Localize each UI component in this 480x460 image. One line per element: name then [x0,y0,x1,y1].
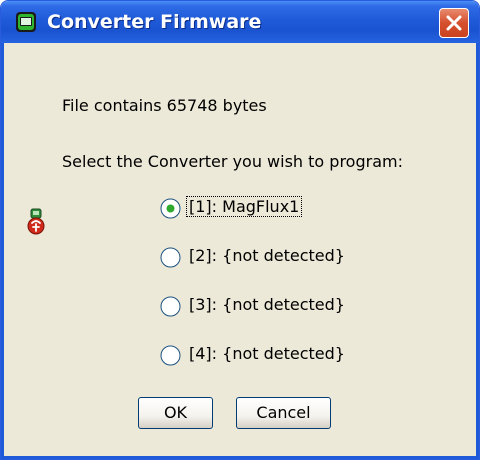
radio-selected-icon[interactable] [160,198,181,219]
converter-option-label: [4]: {not detected} [189,344,345,363]
window-frame-left [1,43,4,459]
converter-device-icon [27,208,45,235]
close-x-icon [446,15,462,31]
radio-unselected-icon[interactable] [160,345,181,366]
ok-button[interactable]: OK [138,397,213,429]
cancel-button[interactable]: Cancel [236,397,331,429]
radio-unselected-icon[interactable] [160,247,181,268]
converter-firmware-dialog: Converter Firmware File contains 65748 b… [0,0,480,460]
close-button[interactable] [439,8,469,38]
converter-app-icon [16,12,36,32]
window-frame-bottom [1,456,479,459]
title-bar[interactable]: Converter Firmware [1,1,479,43]
select-prompt-text: Select the Converter you wish to program… [62,152,403,171]
converter-option-label: [1]: MagFlux1 [185,196,303,217]
converter-option-label: [3]: {not detected} [189,295,345,314]
window-frame-right [476,43,479,459]
file-info-text: File contains 65748 bytes [62,96,267,115]
converter-option-label: [2]: {not detected} [189,246,345,265]
window-title: Converter Firmware [47,11,262,33]
radio-unselected-icon[interactable] [160,296,181,317]
